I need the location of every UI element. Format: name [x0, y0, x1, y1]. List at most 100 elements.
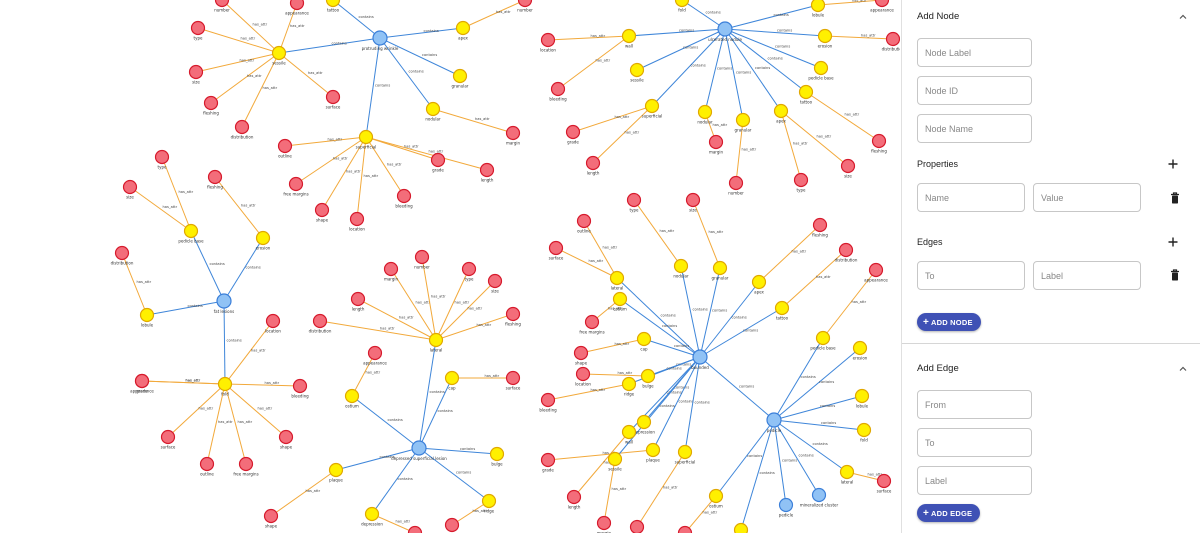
leaf-node[interactable] — [312, 313, 328, 329]
attribute-node[interactable] — [712, 260, 728, 276]
leaf-node[interactable] — [203, 95, 219, 111]
leaf-node[interactable] — [573, 345, 589, 361]
attribute-node[interactable] — [751, 274, 767, 290]
leaf-node[interactable] — [207, 169, 223, 185]
leaf-node[interactable] — [626, 192, 642, 208]
graph-edge[interactable] — [681, 0, 726, 30]
entity-node[interactable] — [766, 412, 782, 428]
leaf-node[interactable] — [585, 155, 601, 171]
graph-edge[interactable] — [167, 383, 226, 438]
leaf-node[interactable] — [576, 213, 592, 229]
leaf-node[interactable] — [596, 515, 612, 531]
attribute-node[interactable] — [645, 442, 661, 458]
graph-edge[interactable] — [547, 449, 654, 461]
entity-node[interactable] — [216, 293, 232, 309]
leaf-node[interactable] — [350, 291, 366, 307]
leaf-node[interactable] — [629, 519, 645, 533]
leaf-node[interactable] — [314, 202, 330, 218]
leaf-node[interactable] — [840, 158, 856, 174]
graph-edge[interactable] — [435, 313, 514, 341]
leaf-node[interactable] — [407, 525, 423, 533]
property-name-input[interactable] — [925, 192, 1024, 203]
leaf-node[interactable] — [367, 345, 383, 361]
attribute-node[interactable] — [612, 291, 628, 307]
attribute-node[interactable] — [183, 223, 199, 239]
leaf-node[interactable] — [885, 31, 900, 47]
attribute-node[interactable] — [852, 340, 868, 356]
leaf-node[interactable] — [708, 134, 724, 150]
attribute-node[interactable] — [621, 28, 637, 44]
node-id-input[interactable] — [925, 85, 1031, 96]
attribute-node[interactable] — [364, 506, 380, 522]
attribute-node[interactable] — [697, 104, 713, 120]
graph-edge[interactable] — [636, 28, 726, 71]
attribute-node[interactable] — [455, 20, 471, 36]
leaf-node[interactable] — [868, 262, 884, 278]
graph-edge[interactable] — [684, 495, 717, 533]
graph-edge[interactable] — [351, 352, 376, 397]
leaf-node[interactable] — [114, 245, 130, 261]
graph-edge[interactable] — [351, 395, 420, 449]
attribute-node[interactable] — [358, 129, 374, 145]
graph-edge[interactable] — [824, 35, 894, 40]
leaf-node[interactable] — [548, 240, 564, 256]
leaf-node[interactable] — [134, 373, 150, 389]
add-property-icon[interactable] — [1167, 158, 1179, 170]
node-label-input[interactable] — [925, 47, 1031, 58]
graph-edge[interactable] — [572, 105, 653, 133]
graph-edge[interactable] — [643, 338, 701, 358]
graph-edge[interactable] — [221, 0, 280, 54]
graph-edge[interactable] — [773, 419, 848, 473]
attribute-node[interactable] — [640, 368, 656, 384]
graph-edge[interactable] — [379, 27, 464, 39]
attribute-node[interactable] — [621, 424, 637, 440]
leaf-node[interactable] — [430, 152, 446, 168]
edge-to-input[interactable] — [925, 270, 1024, 281]
leaf-node[interactable] — [122, 179, 138, 195]
leaf-node[interactable] — [292, 378, 308, 394]
node-id-field[interactable] — [917, 76, 1032, 105]
graph-edge[interactable] — [146, 300, 225, 316]
delete-property-icon[interactable] — [1170, 192, 1180, 204]
edge-label-input[interactable] — [1041, 270, 1140, 281]
leaf-node[interactable] — [263, 508, 279, 524]
leaf-node[interactable] — [479, 162, 495, 178]
leaf-node[interactable] — [565, 124, 581, 140]
attribute-node[interactable] — [452, 68, 468, 84]
leaf-node[interactable] — [199, 456, 215, 472]
leaf-node[interactable] — [793, 172, 809, 188]
edge-label-text-field[interactable] — [917, 466, 1032, 495]
leaf-node[interactable] — [383, 261, 399, 277]
attribute-node[interactable] — [673, 258, 689, 274]
leaf-node[interactable] — [540, 32, 556, 48]
attribute-node[interactable] — [813, 60, 829, 76]
leaf-node[interactable] — [234, 119, 250, 135]
leaf-node[interactable] — [160, 429, 176, 445]
add-node-button[interactable]: + ADD NODE — [917, 313, 981, 331]
graph-edge[interactable] — [432, 108, 514, 134]
attribute-node[interactable] — [856, 422, 872, 438]
leaf-node[interactable] — [214, 0, 230, 8]
leaf-node[interactable] — [540, 392, 556, 408]
entity-node[interactable] — [778, 497, 794, 513]
attribute-node[interactable] — [817, 28, 833, 44]
leaf-node[interactable] — [728, 175, 744, 191]
node-name-input[interactable] — [925, 123, 1031, 134]
property-value-field[interactable] — [1033, 183, 1141, 212]
graph-edge[interactable] — [724, 4, 819, 30]
attribute-node[interactable] — [139, 307, 155, 323]
graph-edge[interactable] — [633, 199, 682, 267]
leaf-node[interactable] — [461, 261, 477, 277]
attribute-node[interactable] — [481, 493, 497, 509]
attribute-node[interactable] — [621, 376, 637, 392]
graph-edge[interactable] — [278, 52, 334, 98]
graph-edge[interactable] — [715, 419, 775, 497]
graph-edge[interactable] — [817, 0, 883, 6]
attribute-node[interactable] — [607, 451, 623, 467]
leaf-node[interactable] — [505, 306, 521, 322]
edge-label-text-input[interactable] — [925, 475, 1031, 486]
leaf-node[interactable] — [874, 0, 890, 8]
graph-svg[interactable]: contains has_attr has_attr has_attr has_attr… — [0, 0, 900, 533]
leaf-node[interactable] — [487, 273, 503, 289]
edge-target-field[interactable] — [917, 428, 1032, 457]
